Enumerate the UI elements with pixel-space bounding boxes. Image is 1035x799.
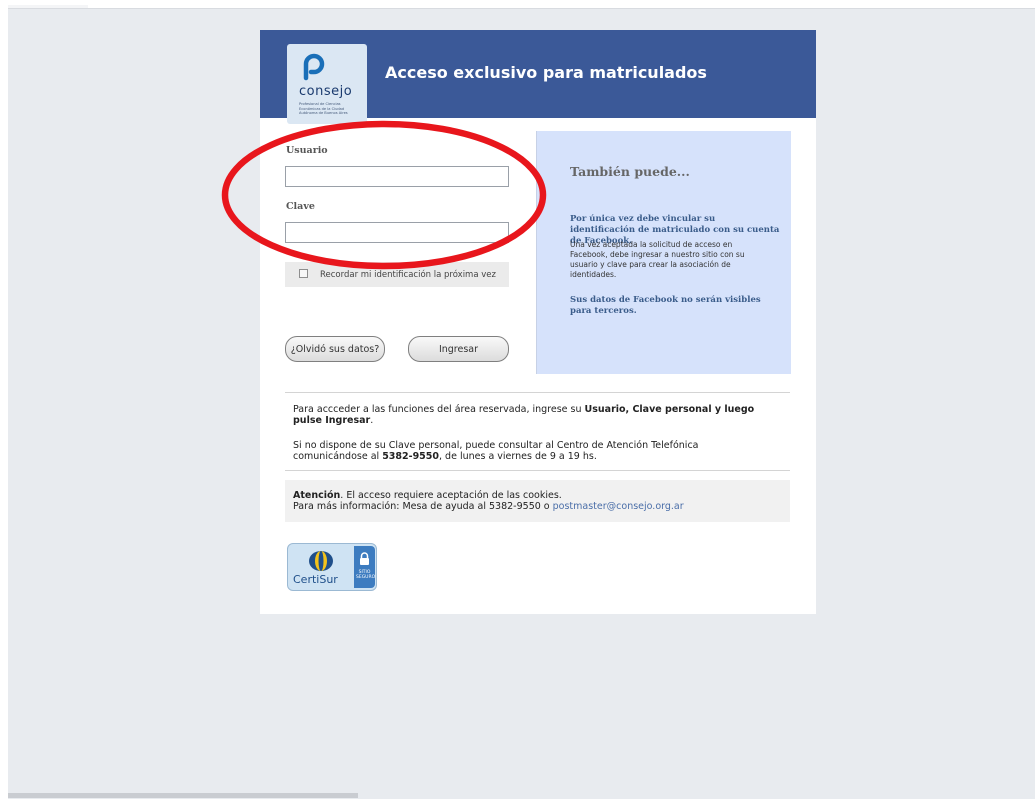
side-panel-body-text: Una vez aceptada la solicitud de acceso … <box>570 240 745 279</box>
remember-label[interactable]: Recordar mi identificación la próxima ve… <box>320 270 496 280</box>
red-annotation-ellipse <box>221 120 547 270</box>
sitio-seguro-text: SITIO SEGURO <box>356 570 376 580</box>
info-p1-end: . <box>370 415 374 426</box>
notice-help-text: Para más información: Mesa de ayuda al 5… <box>293 501 553 512</box>
header-bar: consejo Profesional de Ciencias Económic… <box>260 30 816 124</box>
login-card: consejo Profesional de Ciencias Económic… <box>260 30 816 614</box>
info-paragraph-2: Si no dispone de su Clave personal, pued… <box>293 440 773 462</box>
notice-line-2: Para más información: Mesa de ayuda al 5… <box>293 501 684 512</box>
certisur-brand: CertiSur <box>293 573 338 586</box>
ingresar-button[interactable]: Ingresar <box>408 336 509 362</box>
notice-line-1: Atención. El acceso requiere aceptación … <box>293 490 562 501</box>
page-title: Acceso exclusivo para matriculados <box>385 63 707 82</box>
certisur-globe-icon <box>309 551 333 571</box>
side-panel-heading: También puede... <box>570 164 690 179</box>
lock-icon <box>360 552 369 565</box>
logo-name: consejo <box>299 84 353 99</box>
divider-bottom <box>285 470 790 471</box>
sitio-seguro-badge: SITIO SEGURO <box>354 546 375 588</box>
notice-bold: Atención <box>293 490 341 501</box>
side-panel-footer-text: Sus datos de Facebook no serán visibles … <box>570 295 761 316</box>
info-paragraph-1: Para accceder a las funciones del área r… <box>293 404 773 426</box>
notice-text: . El acceso requiere aceptación de las c… <box>340 490 562 501</box>
horizontal-scrollbar[interactable] <box>8 793 358 798</box>
facebook-panel: También puede... Por única vez debe vinc… <box>536 131 791 374</box>
forgot-button[interactable]: ¿Olvidó sus datos? <box>285 336 385 362</box>
info-phone: 5382-9550 <box>382 451 440 462</box>
consejo-logo: consejo Profesional de Ciencias Económic… <box>287 44 367 124</box>
cookie-notice: Atención. El acceso requiere aceptación … <box>285 480 790 522</box>
top-bar <box>8 5 88 8</box>
seguro-text: SEGURO <box>356 575 376 580</box>
consejo-logo-icon <box>303 53 325 81</box>
info-p2-end: , de lunes a viernes de 9 a 19 hs. <box>439 451 597 462</box>
postmaster-email-link[interactable]: postmaster@consejo.org.ar <box>553 501 684 512</box>
info-p1-text: Para accceder a las funciones del área r… <box>293 404 585 415</box>
logo-tagline: Profesional de Ciencias Económicas de la… <box>299 102 348 116</box>
divider-top <box>285 392 790 393</box>
certisur-seal[interactable]: CertiSur SITIO SEGURO <box>287 543 377 591</box>
